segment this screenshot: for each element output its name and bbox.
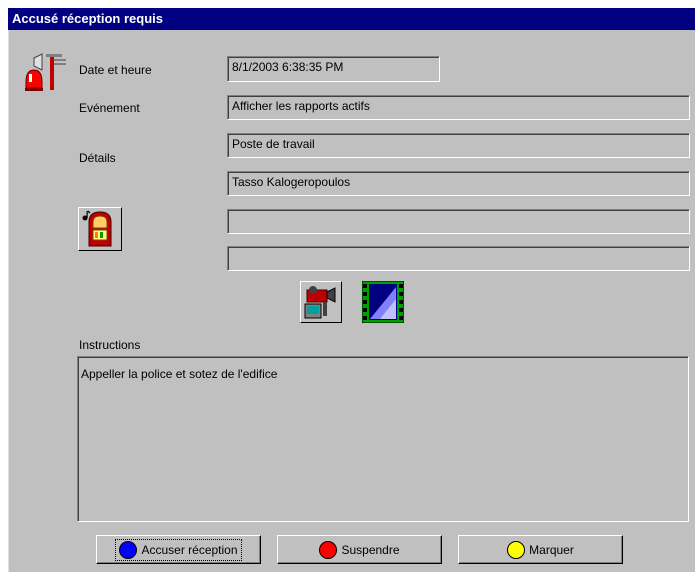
- event-label: Evénement: [79, 101, 140, 115]
- video-clip-icon[interactable]: [361, 280, 405, 324]
- acknowledge-button[interactable]: Accuser réception: [96, 535, 261, 564]
- red-dot-icon: [319, 540, 338, 559]
- details-label: Détails: [79, 151, 116, 165]
- details-field-1[interactable]: Poste de travail: [227, 133, 690, 158]
- instructions-textarea[interactable]: Appeller la police et sotez de l'edifice: [77, 356, 689, 522]
- date-label: Date et heure: [79, 63, 152, 77]
- mark-label: Marquer: [529, 542, 574, 557]
- suspend-button[interactable]: Suspendre: [277, 535, 442, 564]
- alarm-siren-icon: [24, 50, 68, 94]
- video-camera-icon[interactable]: [300, 281, 342, 323]
- yellow-dot-icon: [507, 540, 526, 559]
- suspend-label: Suspendre: [341, 542, 400, 557]
- jukebox-sound-icon[interactable]: [78, 207, 122, 251]
- details-field-3[interactable]: [227, 209, 690, 234]
- mark-button[interactable]: Marquer: [458, 535, 623, 564]
- details-field-2[interactable]: Tasso Kalogeropoulos: [227, 171, 690, 196]
- details-field-4[interactable]: [227, 246, 690, 271]
- event-field[interactable]: Afficher les rapports actifs: [227, 95, 690, 120]
- acknowledge-label: Accuser réception: [141, 542, 238, 557]
- instructions-label: Instructions: [79, 338, 141, 352]
- date-field[interactable]: 8/1/2003 6:38:35 PM: [227, 56, 440, 82]
- title-bar: Accusé réception requis: [8, 8, 695, 30]
- blue-dot-icon: [119, 540, 138, 559]
